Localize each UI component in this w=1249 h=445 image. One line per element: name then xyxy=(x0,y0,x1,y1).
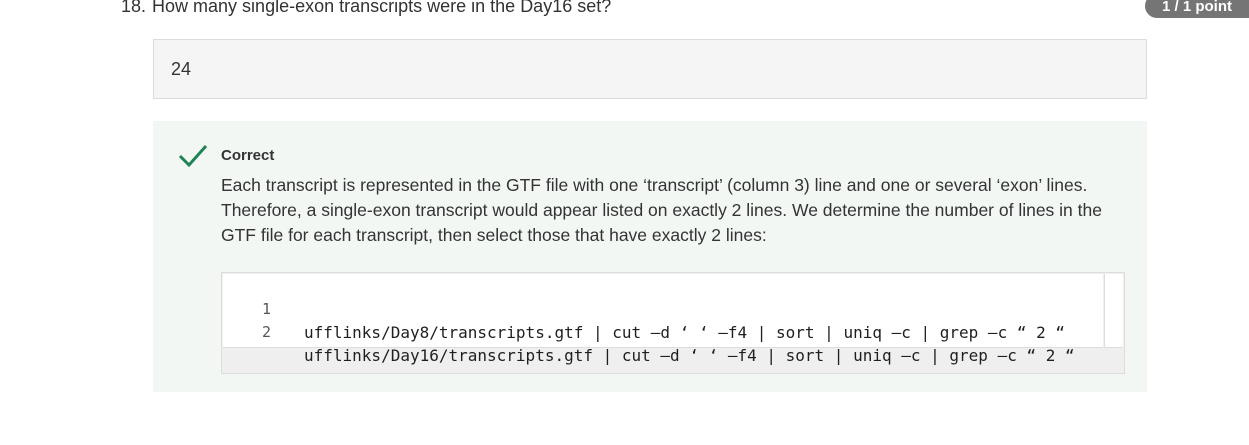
question-header: 18. How many single-exon transcripts were… xyxy=(121,0,611,18)
vertical-scrollbar[interactable] xyxy=(1104,274,1123,348)
code-line: 1 ufflinks/Day8/transcripts.gtf | cut –d… xyxy=(223,275,1103,342)
answer-value: 24 xyxy=(171,59,192,79)
feedback-status: Correct xyxy=(221,147,275,164)
answer-field[interactable]: 24 xyxy=(153,39,1147,99)
code-text: ufflinks/Day16/transcripts.gtf | cut –d … xyxy=(304,346,1075,365)
question-text: How many single-exon transcripts were in… xyxy=(152,0,612,16)
code-text: ufflinks/Day8/transcripts.gtf | cut –d ‘… xyxy=(304,323,1065,342)
code-editor[interactable]: 1 ufflinks/Day8/transcripts.gtf | cut –d… xyxy=(223,274,1103,365)
checkmark-icon xyxy=(178,144,208,168)
line-number: 2 xyxy=(261,323,271,341)
question-number: 18. xyxy=(121,0,147,16)
code-line: 2 ufflinks/Day16/transcripts.gtf | cut –… xyxy=(223,298,1103,365)
feedback-explanation: Each transcript is represented in the GT… xyxy=(221,175,1102,245)
code-block: 1 ufflinks/Day8/transcripts.gtf | cut –d… xyxy=(221,272,1125,374)
feedback-panel: Correct Each transcript is represented i… xyxy=(153,121,1147,392)
quiz-question-page: 18. How many single-exon transcripts were… xyxy=(0,0,1249,445)
score-badge: 1 / 1 point xyxy=(1145,0,1249,18)
